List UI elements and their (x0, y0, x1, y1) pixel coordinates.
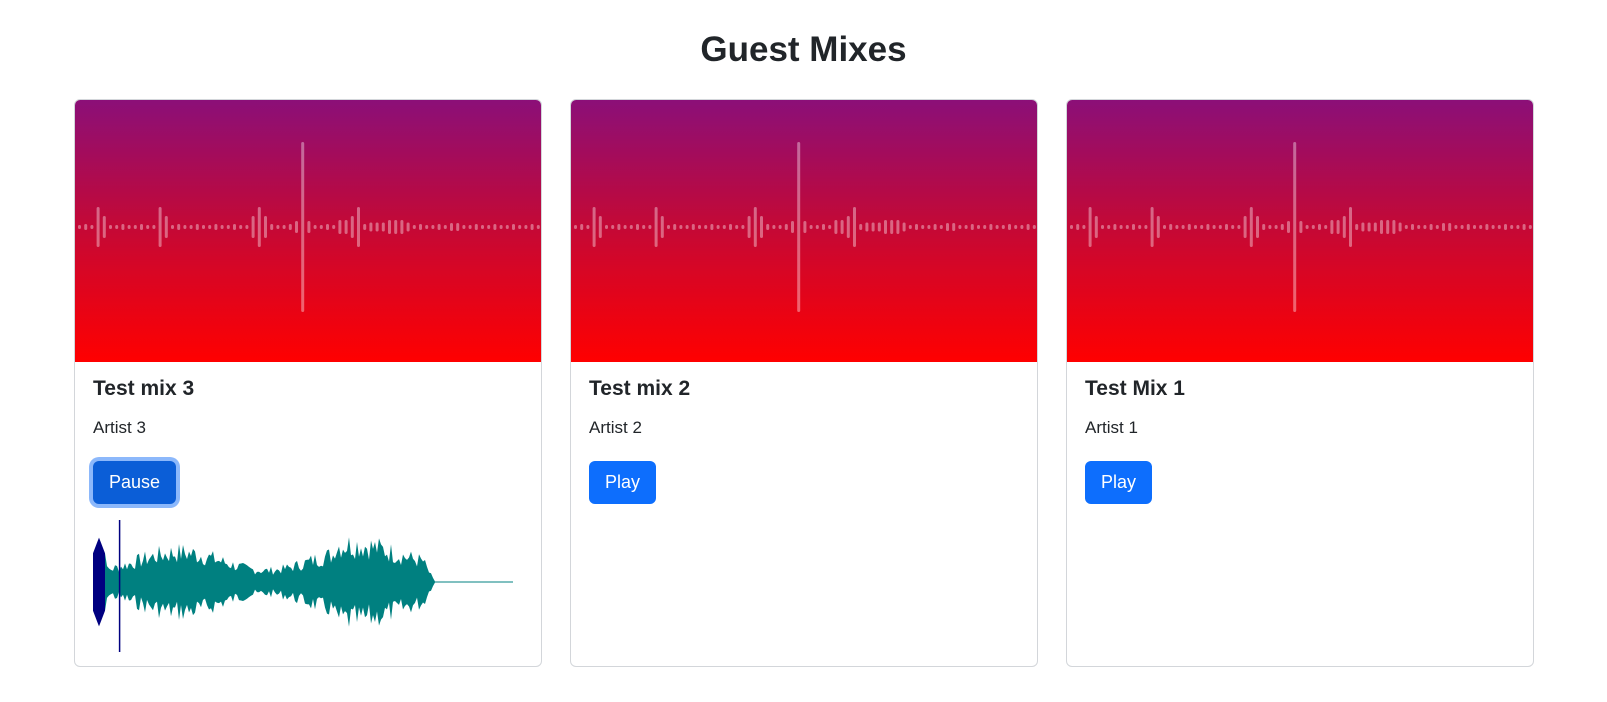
mix-card: Test mix 2 Artist 2 Play (570, 99, 1038, 667)
mix-title: Test mix 2 (589, 377, 691, 400)
page-title: Guest Mixes (700, 30, 907, 69)
waveform-cover-icon (574, 142, 1036, 312)
pause-button[interactable]: Pause (93, 461, 177, 504)
mix-card: Test Mix 1 Artist 1 Play (1066, 99, 1534, 667)
mix-artist: Artist 3 (93, 418, 146, 437)
play-button[interactable]: Play (589, 461, 657, 504)
cover-art (571, 100, 1037, 362)
waveform-cover-icon (1070, 142, 1532, 312)
mix-card: Test mix 3 Artist 3 Pause (74, 99, 542, 667)
mix-title: Test mix 3 (93, 377, 195, 400)
mix-artist: Artist 2 (589, 418, 642, 437)
play-button[interactable]: Play (1085, 461, 1153, 504)
waveform-unplayed (105, 537, 513, 627)
cover-art (1067, 100, 1533, 362)
mix-artist: Artist 1 (1085, 418, 1138, 437)
cover-art (75, 100, 541, 362)
mix-title: Test Mix 1 (1085, 377, 1185, 400)
waveform-cover-icon (78, 142, 540, 312)
waveform-played (93, 537, 105, 627)
audio-waveform[interactable] (93, 520, 513, 652)
